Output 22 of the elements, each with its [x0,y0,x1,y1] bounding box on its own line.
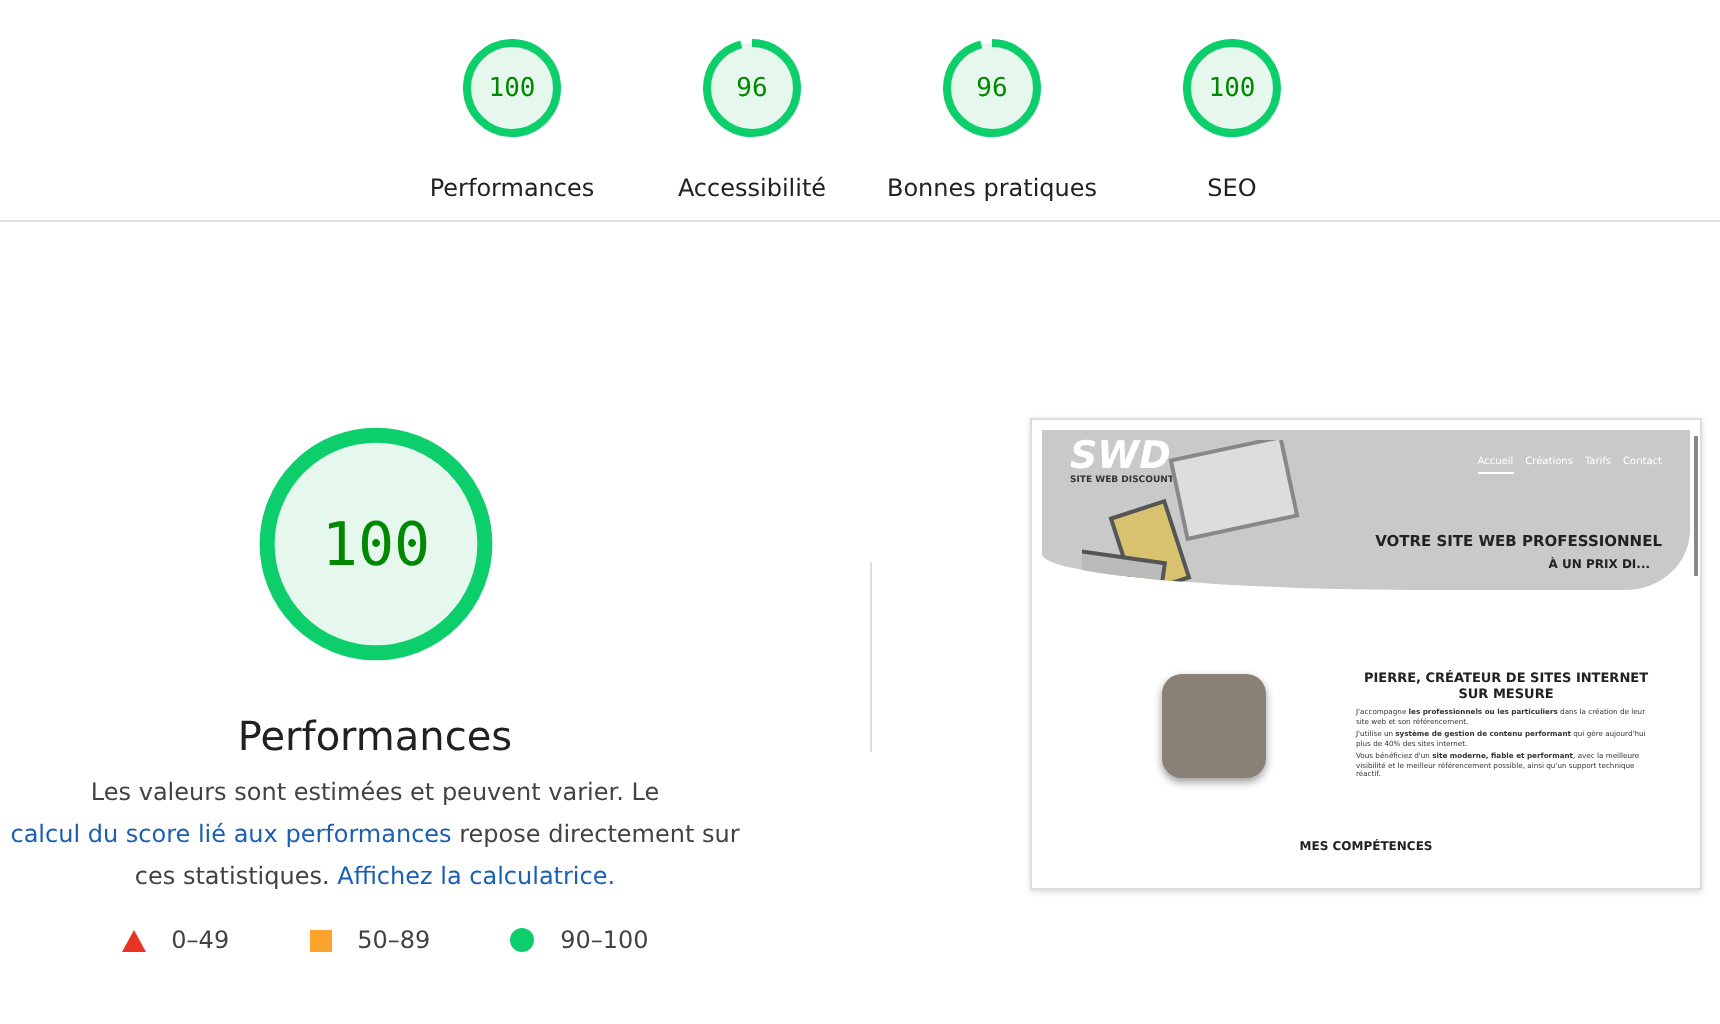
link[interactable]: calcul du score lié aux performances [10,820,452,848]
score-gauge[interactable]: 96 [942,38,1042,138]
score-gauge[interactable]: 96 [702,38,802,138]
range-label: 50–89 [357,926,431,954]
score-value: 100 [320,510,430,581]
photo-placeholder [1162,674,1266,779]
category-label: Performances [429,174,595,202]
link[interactable]: Affichez la calculatrice. [337,862,616,890]
score-value: 96 [736,74,768,104]
score-value: 100 [488,74,536,104]
score-value: 100 [1208,74,1256,104]
score-value: 96 [976,74,1008,104]
category-title: Performances [237,712,513,760]
range-label: 90–100 [560,926,649,954]
score-gauge[interactable]: 100 [1182,38,1282,138]
score-description: Les valeurs sont estimées et peuvent varier. Le calcul du score lié aux performances repose directement sur ces statistiques. Affichez la calculatrice. [8,776,742,894]
range-label: 0–49 [171,926,230,954]
score-gauge[interactable]: 100 [462,38,562,138]
category-label: Accessibilité [677,174,827,202]
category-label: SEO [1207,174,1257,202]
category-label: Bonnes pratiques [886,174,1098,202]
scrollbar[interactable] [1694,436,1698,576]
